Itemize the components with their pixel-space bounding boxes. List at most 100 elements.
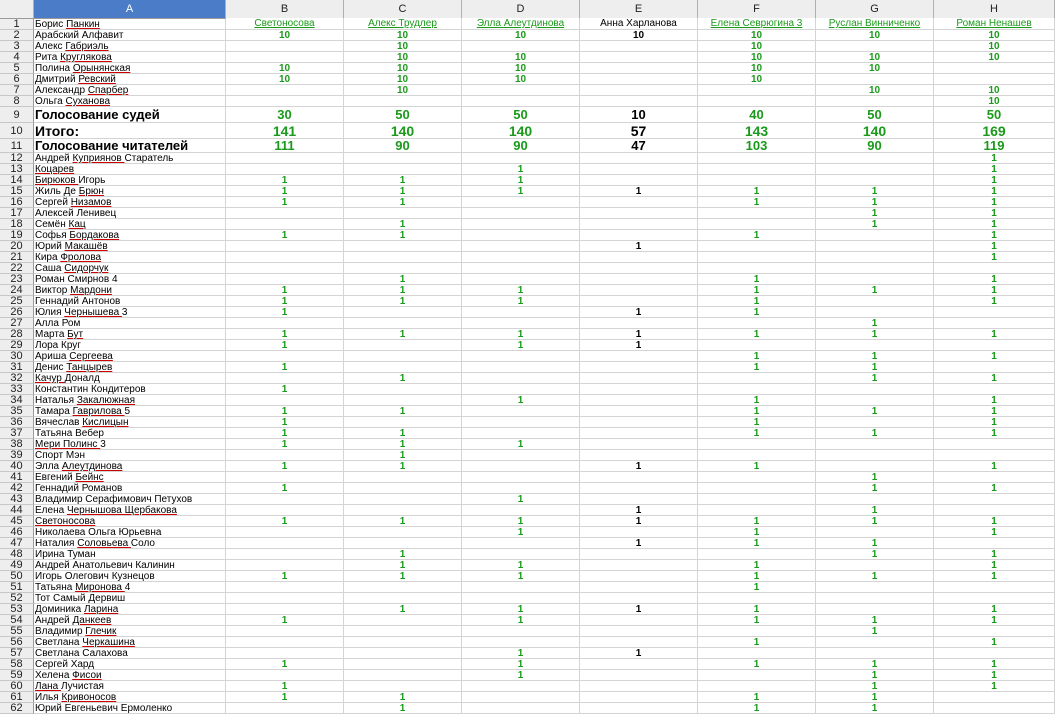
- vote-cell-e[interactable]: 10: [580, 107, 698, 123]
- vote-cell-f[interactable]: [698, 208, 816, 219]
- vote-cell-g[interactable]: 1: [816, 472, 934, 483]
- vote-cell-h[interactable]: 1: [934, 351, 1055, 362]
- row-header[interactable]: 36: [0, 417, 34, 428]
- vote-cell-d[interactable]: [462, 252, 580, 263]
- vote-cell-h[interactable]: 1: [934, 428, 1055, 439]
- vote-cell-g[interactable]: [816, 648, 934, 659]
- vote-cell-e[interactable]: [580, 659, 698, 670]
- vote-cell-d[interactable]: [462, 362, 580, 373]
- name-cell[interactable]: Сергей Хард: [34, 659, 226, 670]
- vote-cell-c[interactable]: 1: [344, 439, 462, 450]
- vote-cell-f[interactable]: 10: [698, 30, 816, 41]
- vote-cell-h[interactable]: [934, 63, 1055, 74]
- vote-cell-h[interactable]: 1: [934, 549, 1055, 560]
- vote-cell-d[interactable]: [462, 197, 580, 208]
- vote-cell-e[interactable]: [580, 219, 698, 230]
- vote-cell-d[interactable]: 1: [462, 395, 580, 406]
- vote-cell-e[interactable]: 47: [580, 139, 698, 153]
- vote-cell-c[interactable]: 1: [344, 461, 462, 472]
- vote-cell-b[interactable]: [226, 263, 344, 274]
- vote-cell-f[interactable]: 1: [698, 571, 816, 582]
- vote-cell-g[interactable]: 1: [816, 626, 934, 637]
- vote-cell-b[interactable]: [226, 153, 344, 164]
- vote-cell-e[interactable]: [580, 175, 698, 186]
- vote-cell-c[interactable]: 90: [344, 139, 462, 153]
- vote-cell-d[interactable]: [462, 241, 580, 252]
- name-cell[interactable]: Юлия Чернышева 3: [34, 307, 226, 318]
- vote-cell-g[interactable]: [816, 527, 934, 538]
- vote-cell-b[interactable]: 1: [226, 307, 344, 318]
- row-header[interactable]: 60: [0, 681, 34, 692]
- vote-cell-h[interactable]: 1: [934, 527, 1055, 538]
- vote-cell-b[interactable]: [226, 637, 344, 648]
- vote-cell-b[interactable]: 30: [226, 107, 344, 123]
- column-header-b[interactable]: B: [226, 0, 344, 19]
- vote-cell-g[interactable]: [816, 384, 934, 395]
- vote-cell-d[interactable]: [462, 274, 580, 285]
- vote-cell-f[interactable]: [698, 219, 816, 230]
- vote-cell-f[interactable]: 1: [698, 230, 816, 241]
- row-header[interactable]: 23: [0, 274, 34, 285]
- vote-cell-e[interactable]: [580, 406, 698, 417]
- vote-cell-b[interactable]: [226, 604, 344, 615]
- vote-cell-g[interactable]: [816, 41, 934, 52]
- row-header[interactable]: 18: [0, 219, 34, 230]
- vote-cell-h[interactable]: [934, 505, 1055, 516]
- name-cell[interactable]: Борис Панкин: [34, 19, 226, 30]
- vote-cell-d[interactable]: [462, 538, 580, 549]
- vote-cell-f[interactable]: 1: [698, 516, 816, 527]
- vote-cell-g[interactable]: 1: [816, 406, 934, 417]
- vote-cell-g[interactable]: [816, 560, 934, 571]
- row-header[interactable]: 14: [0, 175, 34, 186]
- vote-cell-c[interactable]: 1: [344, 186, 462, 197]
- vote-cell-b[interactable]: 1: [226, 362, 344, 373]
- name-cell[interactable]: Коцарев: [34, 164, 226, 175]
- vote-cell-d[interactable]: 1: [462, 648, 580, 659]
- vote-cell-b[interactable]: 10: [226, 63, 344, 74]
- vote-cell-f[interactable]: 1: [698, 274, 816, 285]
- name-cell[interactable]: Николаева Ольга Юрьевна: [34, 527, 226, 538]
- vote-cell-b[interactable]: [226, 582, 344, 593]
- name-cell[interactable]: Кира Фролова: [34, 252, 226, 263]
- vote-cell-g[interactable]: [816, 241, 934, 252]
- name-cell[interactable]: Лана Лучистая: [34, 681, 226, 692]
- vote-cell-h[interactable]: 119: [934, 139, 1055, 153]
- vote-cell-g[interactable]: [816, 252, 934, 263]
- vote-cell-f[interactable]: [698, 626, 816, 637]
- vote-cell-c[interactable]: [344, 626, 462, 637]
- row-header[interactable]: 2: [0, 30, 34, 41]
- vote-cell-c[interactable]: 1: [344, 285, 462, 296]
- vote-cell-b[interactable]: [226, 208, 344, 219]
- row-header[interactable]: 16: [0, 197, 34, 208]
- name-cell[interactable]: Владимир Глечик: [34, 626, 226, 637]
- vote-cell-c[interactable]: 10: [344, 41, 462, 52]
- vote-cell-b[interactable]: [226, 538, 344, 549]
- vote-cell-f[interactable]: [698, 505, 816, 516]
- vote-cell-c[interactable]: [344, 615, 462, 626]
- vote-cell-c[interactable]: [344, 241, 462, 252]
- vote-cell-g[interactable]: [816, 263, 934, 274]
- vote-cell-b[interactable]: [226, 472, 344, 483]
- vote-cell-e[interactable]: 10: [580, 30, 698, 41]
- vote-cell-f[interactable]: [698, 252, 816, 263]
- vote-cell-h[interactable]: 1: [934, 252, 1055, 263]
- vote-cell-c[interactable]: [344, 153, 462, 164]
- vote-cell-b[interactable]: [226, 494, 344, 505]
- vote-cell-b[interactable]: [226, 252, 344, 263]
- vote-cell-b[interactable]: 111: [226, 139, 344, 153]
- name-cell[interactable]: Илья Кривоносов: [34, 692, 226, 703]
- vote-cell-g[interactable]: 1: [816, 681, 934, 692]
- vote-cell-h[interactable]: [934, 648, 1055, 659]
- vote-cell-h[interactable]: 10: [934, 41, 1055, 52]
- row-header[interactable]: 38: [0, 439, 34, 450]
- vote-cell-c[interactable]: [344, 527, 462, 538]
- vote-cell-c[interactable]: [344, 307, 462, 318]
- name-cell[interactable]: Денис Танцырев: [34, 362, 226, 373]
- name-cell[interactable]: Светлана Черкашина: [34, 637, 226, 648]
- row-header[interactable]: 61: [0, 692, 34, 703]
- name-cell[interactable]: Светлана Салахова: [34, 648, 226, 659]
- vote-cell-c[interactable]: 10: [344, 85, 462, 96]
- vote-cell-e[interactable]: 1: [580, 461, 698, 472]
- vote-cell-c[interactable]: [344, 670, 462, 681]
- vote-cell-d[interactable]: 1: [462, 175, 580, 186]
